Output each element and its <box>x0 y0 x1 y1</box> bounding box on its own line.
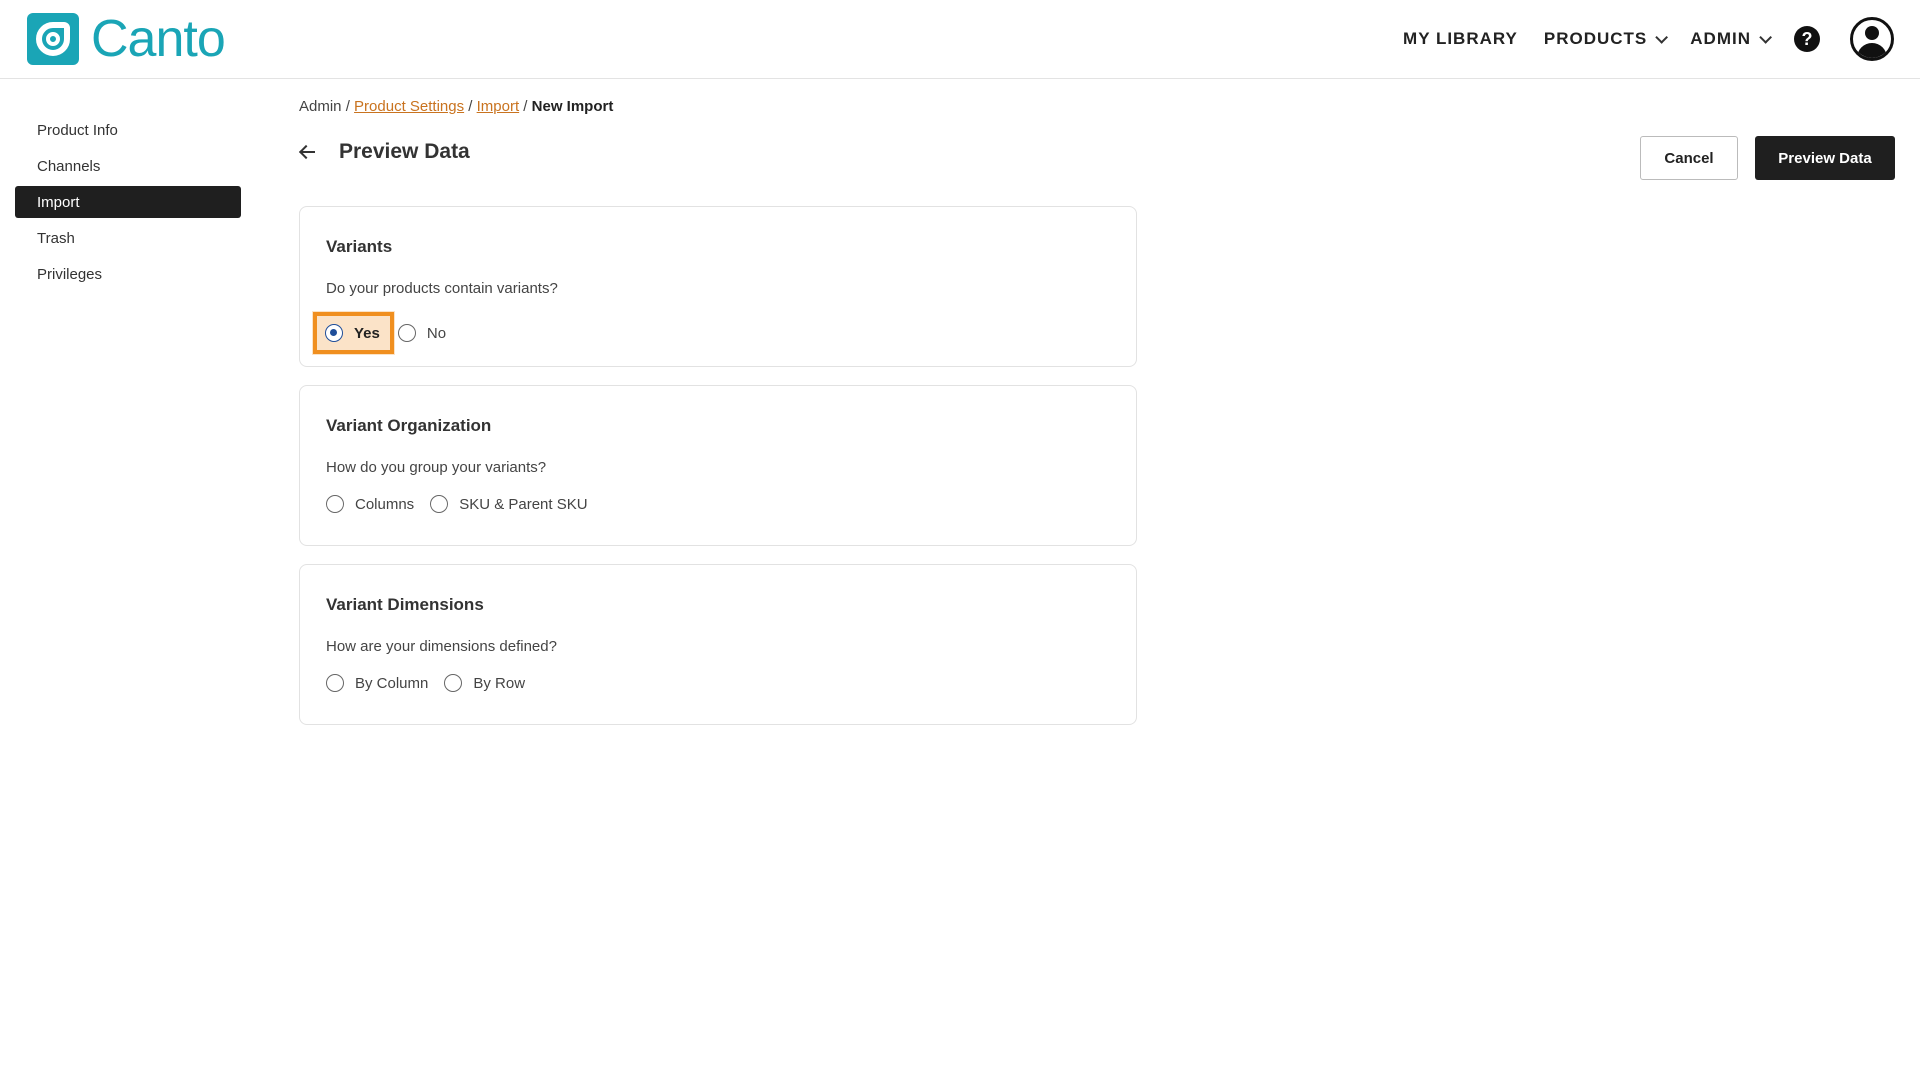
radio-unselected-icon[interactable] <box>444 674 463 692</box>
canto-logo[interactable]: Canto <box>27 10 226 68</box>
admin-sidebar: Product Info Channels Import Trash Privi… <box>15 114 241 294</box>
nav-admin-label: ADMIN <box>1690 29 1751 48</box>
nav-admin[interactable]: ADMIN <box>1690 29 1772 49</box>
sidebar-item-import[interactable]: Import <box>15 186 241 218</box>
radio-option-sku-parent-sku[interactable]: SKU & Parent SKU <box>430 495 588 513</box>
breadcrumb-separator: / <box>341 98 355 115</box>
sidebar-item-channels[interactable]: Channels <box>15 150 241 182</box>
breadcrumb-root: Admin <box>299 98 342 115</box>
nav-my-library-label: MY LIBRARY <box>1403 29 1518 48</box>
card-title: Variant Organization <box>326 416 492 435</box>
radio-option-no[interactable]: No <box>397 324 447 342</box>
radio-unselected-icon[interactable] <box>397 324 416 342</box>
help-icon[interactable]: ? <box>1794 26 1820 52</box>
breadcrumb-separator: / <box>464 98 477 115</box>
sidebar-item-privileges[interactable]: Privileges <box>15 258 241 290</box>
arrow-left-icon[interactable] <box>299 144 315 160</box>
card-question: How are your dimensions defined? <box>326 638 557 655</box>
sidebar-item-label: Privileges <box>37 265 103 283</box>
chevron-down-icon <box>1759 30 1772 44</box>
radio-selected-icon[interactable] <box>325 324 343 342</box>
radio-option-yes[interactable]: Yes <box>313 312 394 354</box>
sidebar-item-label: Channels <box>37 157 101 175</box>
breadcrumb-link-product-settings[interactable]: Product Settings <box>354 98 464 115</box>
logo-wordmark: Canto <box>91 10 226 68</box>
radio-label: By Column <box>355 674 429 692</box>
sidebar-item-label: Product Info <box>37 121 118 139</box>
radio-option-by-row[interactable]: By Row <box>444 674 525 692</box>
preview-data-button[interactable]: Preview Data <box>1755 136 1895 180</box>
sidebar-item-product-info[interactable]: Product Info <box>15 114 241 146</box>
radio-unselected-icon[interactable] <box>430 495 449 513</box>
card-question: Do your products contain variants? <box>326 280 558 297</box>
variant-organization-card: Variant Organization How do you group yo… <box>299 385 1137 546</box>
radio-unselected-icon[interactable] <box>326 495 344 513</box>
page-title-row: Preview Data <box>299 140 470 164</box>
radio-label: SKU & Parent SKU <box>459 495 588 513</box>
nav-products[interactable]: PRODUCTS <box>1543 29 1669 49</box>
breadcrumb-separator: / <box>519 98 532 115</box>
radio-unselected-icon[interactable] <box>326 674 344 692</box>
breadcrumb-current: New Import <box>531 98 614 115</box>
radio-group: Yes No <box>313 312 462 354</box>
card-title: Variant Dimensions <box>326 595 484 614</box>
breadcrumb: Admin / Product Settings / Import / New … <box>299 98 613 115</box>
user-avatar-icon[interactable] <box>1850 17 1894 61</box>
radio-label: By Row <box>473 674 526 692</box>
canto-logo-icon <box>27 13 79 65</box>
nav-my-library[interactable]: MY LIBRARY <box>1403 29 1518 49</box>
radio-label: Columns <box>355 495 415 513</box>
sidebar-item-label: Trash <box>37 229 75 247</box>
cancel-button[interactable]: Cancel <box>1640 136 1738 180</box>
radio-group: Columns SKU & Parent SKU <box>326 495 604 513</box>
top-navigation: MY LIBRARY PRODUCTS ADMIN ? <box>1403 14 1894 64</box>
radio-option-by-column[interactable]: By Column <box>326 674 428 692</box>
radio-option-columns[interactable]: Columns <box>326 495 414 513</box>
card-title: Variants <box>326 237 393 256</box>
variants-card: Variants Do your products contain varian… <box>299 206 1137 367</box>
radio-label: Yes <box>354 324 380 342</box>
radio-group: By Column By Row <box>326 674 541 692</box>
radio-label: No <box>426 324 447 342</box>
card-question: How do you group your variants? <box>326 459 547 476</box>
page-title: Preview Data <box>339 140 470 163</box>
sidebar-item-label: Import <box>37 193 80 211</box>
top-header: Canto MY LIBRARY PRODUCTS ADMIN ? <box>0 0 1920 79</box>
nav-products-label: PRODUCTS <box>1543 29 1648 48</box>
chevron-down-icon <box>1655 30 1669 44</box>
breadcrumb-link-import[interactable]: Import <box>477 98 520 115</box>
sidebar-item-trash[interactable]: Trash <box>15 222 241 254</box>
variant-dimensions-card: Variant Dimensions How are your dimensio… <box>299 564 1137 725</box>
